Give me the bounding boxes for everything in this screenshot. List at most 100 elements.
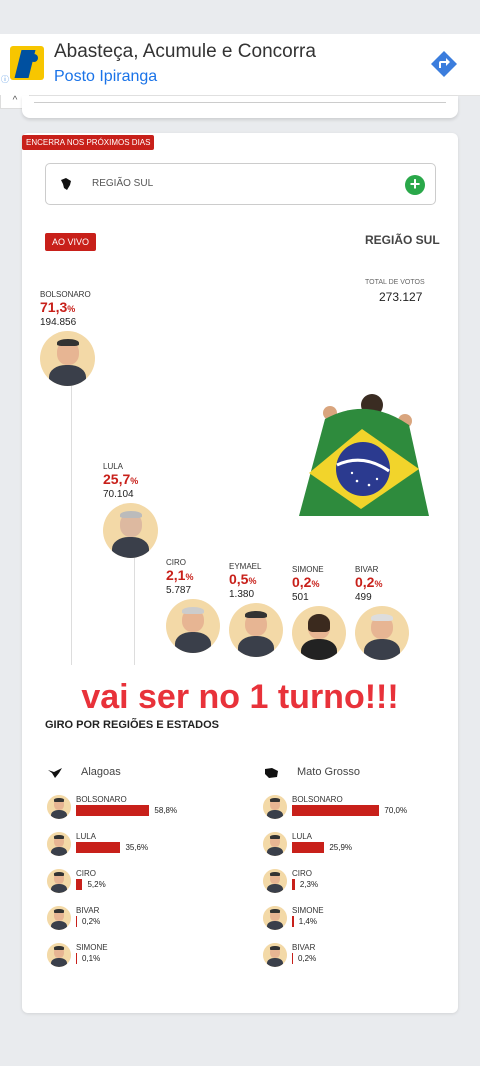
ipiranga-logo — [10, 46, 44, 80]
candidate-avatar — [263, 943, 287, 967]
region-title: REGIÃO SUL — [365, 233, 440, 247]
candidate-avatar — [263, 832, 287, 856]
result-row: LULA 25,9% — [263, 832, 453, 869]
candidate-simone[interactable]: SIMONE 0,2% 501 — [292, 565, 324, 603]
result-row: SIMONE 0,1% — [47, 943, 237, 980]
result-candidate-name: CIRO — [292, 869, 312, 878]
region-map-icon — [61, 178, 71, 190]
result-percent: 70,0% — [384, 806, 408, 815]
candidate-avatar — [47, 943, 71, 967]
ad-subtitle[interactable]: Posto Ipiranga — [54, 68, 157, 86]
connector-line — [134, 556, 135, 665]
result-percent: 0,2% — [298, 954, 317, 963]
candidate-avatar — [263, 795, 287, 819]
add-icon[interactable]: + — [405, 175, 425, 195]
avatar-lula — [103, 503, 158, 558]
avatar-bolsonaro — [40, 331, 95, 386]
candidate-pct: 0,5 — [229, 571, 249, 587]
candidate-avatar — [47, 869, 71, 893]
state-alagoas[interactable]: Alagoas BOLSONARO 58,8% LULA 35,6% CIRO 5,2% B… — [47, 764, 237, 980]
result-row: LULA 35,6% — [47, 832, 237, 869]
total-votes-label: TOTAL DE VOTOS — [365, 279, 425, 286]
brazil-flag-sticker — [299, 394, 429, 516]
candidate-name: BOLSONARO — [40, 290, 91, 299]
pct-unit: % — [67, 304, 76, 314]
state-results: BOLSONARO 58,8% LULA 35,6% CIRO 5,2% BIVAR 0,2%… — [47, 795, 237, 980]
candidate-pct: 0,2 — [355, 574, 375, 590]
overlay-caption: vai ser no 1 turno!!! — [81, 678, 399, 716]
candidate-avatar — [47, 906, 71, 930]
candidate-lula[interactable]: LULA 25,7% 70.104 — [103, 462, 138, 500]
avatar-bivar — [355, 606, 409, 660]
result-bar — [292, 842, 325, 853]
result-candidate-name: BOLSONARO — [292, 795, 343, 804]
result-bar — [292, 879, 295, 890]
avatar-ciro — [166, 599, 220, 653]
result-candidate-name: LULA — [76, 832, 97, 841]
candidate-bolsonaro[interactable]: BOLSONARO 71,3% 194.856 — [40, 290, 91, 328]
state-results: BOLSONARO 70,0% LULA 25,9% CIRO 2,3% SIMONE 1,4… — [263, 795, 453, 980]
candidate-name: BIVAR — [355, 565, 379, 574]
result-row: CIRO 2,3% — [263, 869, 453, 906]
region-selector-label: REGIÃO SUL — [92, 178, 154, 189]
candidate-avatar — [263, 869, 287, 893]
candidate-avatar — [263, 906, 287, 930]
candidate-name: SIMONE — [292, 565, 324, 574]
total-votes-value: 273.127 — [379, 290, 423, 304]
candidate-votes: 70.104 — [103, 489, 134, 500]
avatar-simone — [292, 606, 346, 660]
candidate-name: LULA — [103, 462, 124, 471]
avatar-eymael — [229, 603, 283, 657]
result-candidate-name: BIVAR — [76, 906, 100, 915]
state-mato-grosso[interactable]: Mato Grosso BOLSONARO 70,0% LULA 25,9% CIRO 2… — [263, 764, 453, 980]
result-candidate-name: BIVAR — [292, 943, 316, 952]
result-percent: 2,3% — [299, 880, 319, 889]
result-row: BOLSONARO 70,0% — [263, 795, 453, 832]
result-bar — [76, 953, 77, 964]
result-candidate-name: SIMONE — [292, 906, 324, 915]
pct-unit: % — [311, 579, 320, 589]
result-bar — [292, 916, 294, 927]
candidate-avatar — [47, 795, 71, 819]
ad-banner[interactable]: Abasteça, Acumule e Concorra Posto Ipira… — [0, 34, 480, 96]
result-percent: 5,2% — [87, 880, 106, 889]
candidate-votes: 501 — [292, 592, 309, 603]
candidate-votes: 499 — [355, 592, 372, 603]
result-candidate-name: CIRO — [76, 869, 96, 878]
result-row: BIVAR 0,2% — [47, 906, 237, 943]
directions-icon[interactable] — [429, 49, 459, 79]
result-candidate-name: LULA — [292, 832, 313, 841]
candidate-eymael[interactable]: EYMAEL 0,5% 1.380 — [229, 562, 261, 600]
result-percent: 58,8% — [154, 806, 178, 815]
candidate-pct: 71,3 — [40, 299, 68, 315]
result-row: SIMONE 1,4% — [263, 906, 453, 943]
pct-unit: % — [374, 579, 383, 589]
previous-card — [22, 96, 458, 118]
result-percent: 1,4% — [298, 917, 317, 926]
result-percent: 25,9% — [329, 843, 353, 852]
region-selector[interactable]: REGIÃO SUL + — [45, 163, 436, 205]
result-candidate-name: SIMONE — [76, 943, 108, 952]
result-percent: 35,6% — [125, 843, 149, 852]
result-bar — [76, 879, 83, 890]
result-row: BOLSONARO 58,8% — [47, 795, 237, 832]
state-name: Alagoas — [81, 766, 121, 778]
candidate-name: EYMAEL — [229, 562, 262, 571]
candidate-ciro[interactable]: CIRO 2,1% 5.787 — [166, 558, 193, 596]
candidate-avatar — [47, 832, 71, 856]
ad-info-icon[interactable]: ⓘ — [1, 74, 9, 85]
result-bar — [292, 953, 293, 964]
result-candidate-name: BOLSONARO — [76, 795, 127, 804]
state-name: Mato Grosso — [297, 766, 360, 778]
connector-line — [71, 383, 72, 665]
result-bar — [292, 805, 380, 816]
live-tag: AO VIVO — [45, 233, 97, 251]
candidate-bivar[interactable]: BIVAR 0,2% 499 — [355, 565, 382, 603]
result-percent: 0,1% — [82, 954, 101, 963]
poll-card: ENCERRA NOS PRÓXIMOS DIAS REGIÃO SUL + A… — [22, 133, 458, 1013]
ad-title[interactable]: Abasteça, Acumule e Concorra — [54, 41, 316, 63]
pct-unit: % — [248, 576, 257, 586]
result-row: BIVAR 0,2% — [263, 943, 453, 980]
candidate-pct: 0,2 — [292, 574, 312, 590]
candidate-name: CIRO — [166, 558, 186, 567]
